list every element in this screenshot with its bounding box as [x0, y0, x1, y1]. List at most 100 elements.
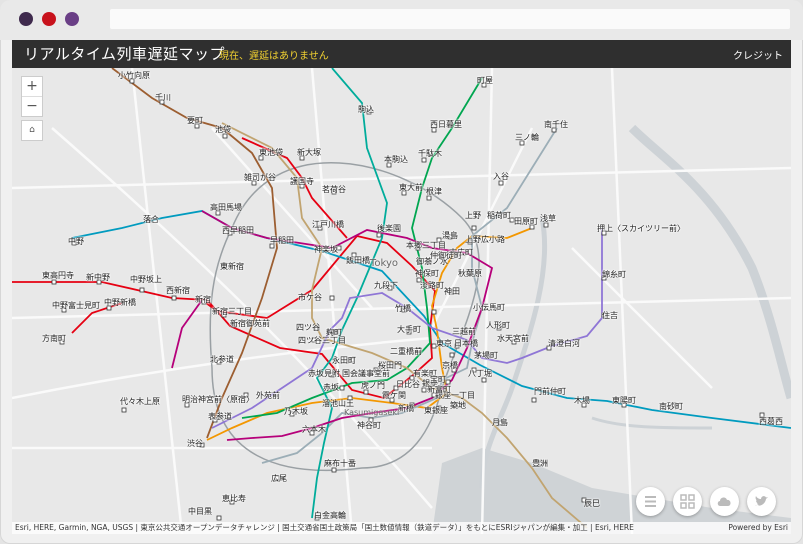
station-label[interactable]: 赤坂見附 [308, 368, 340, 379]
station-label[interactable]: 小竹向原 [118, 70, 150, 81]
station-label[interactable]: 表参道 [208, 411, 232, 422]
powered-by-esri[interactable]: Powered by Esri [728, 522, 788, 534]
station-label[interactable]: 江戸川橋 [312, 219, 344, 230]
station-label[interactable]: 新宿御苑前 [230, 318, 270, 329]
station-label[interactable]: 京橋 [442, 360, 458, 371]
station-label[interactable]: 護国寺 [290, 176, 314, 187]
station-label[interactable]: 住吉 [602, 310, 618, 321]
station-label[interactable]: 東銀座 [424, 405, 448, 416]
station-label[interactable]: 要町 [187, 115, 203, 126]
station-label[interactable]: 千駄木 [418, 148, 442, 159]
station-label[interactable]: 東池袋 [259, 147, 283, 158]
window-dot-maximize[interactable] [65, 12, 79, 26]
station-label[interactable]: 中野坂上 [130, 274, 162, 285]
station-label[interactable]: 浅草 [540, 213, 556, 224]
station-label[interactable]: 西日暮里 [430, 119, 462, 130]
station-label[interactable]: 月島 [492, 417, 508, 428]
station-label[interactable]: 代々木上原 [120, 396, 160, 407]
station-label[interactable]: 神保町 [415, 268, 439, 279]
station-label[interactable]: 東大前 [399, 182, 423, 193]
station-label[interactable]: 町屋 [477, 75, 493, 86]
station-label[interactable]: 白金高輪 [314, 510, 346, 521]
station-label[interactable]: 霞ケ関 [382, 390, 406, 401]
station-label[interactable]: 大手町 [397, 324, 421, 335]
station-label[interactable]: 新大塚 [297, 147, 321, 158]
station-label[interactable]: 門前仲町 [534, 386, 566, 397]
home-button[interactable]: ⌂ [21, 120, 43, 141]
station-label[interactable]: 築地 [450, 400, 466, 411]
station-label[interactable]: 田原町 [514, 216, 538, 227]
station-label[interactable]: 東新宿 [220, 261, 244, 272]
credit-link[interactable]: クレジット [733, 47, 783, 62]
station-label[interactable]: 根津 [426, 186, 442, 197]
station-label[interactable]: 木場 [574, 395, 590, 406]
station-label[interactable]: 後楽園 [377, 223, 401, 234]
station-label[interactable]: 落合 [143, 214, 159, 225]
station-label[interactable]: 神谷町 [357, 420, 381, 431]
station-label[interactable]: 麻布十番 [324, 458, 356, 469]
station-label[interactable]: 三越前 [452, 326, 476, 337]
station-label[interactable]: 上野広小路 [465, 234, 505, 245]
station-label[interactable]: 雑司が谷 [244, 172, 276, 183]
station-label[interactable]: 中目黒 [188, 506, 212, 517]
station-label[interactable]: 新富町 [427, 384, 451, 395]
station-label[interactable]: 新中野 [86, 272, 110, 283]
station-label[interactable]: 永田町 [332, 355, 356, 366]
station-label[interactable]: 錦糸町 [602, 269, 626, 280]
station-label[interactable]: 西葛西 [759, 416, 783, 427]
station-label[interactable]: 外苑前 [256, 390, 280, 401]
station-label[interactable]: 人形町 [486, 320, 510, 331]
station-label[interactable]: 中野富士見町 [52, 300, 100, 311]
zoom-in-button[interactable]: + [22, 77, 42, 96]
station-label[interactable]: 辰巳 [584, 498, 600, 509]
station-label[interactable]: 南砂町 [659, 401, 683, 412]
station-label[interactable]: 東陽町 [612, 395, 636, 406]
station-label[interactable]: 淡路町 [420, 280, 444, 291]
zoom-out-button[interactable]: − [22, 96, 42, 116]
window-dot-minimize[interactable] [42, 12, 56, 26]
station-label[interactable]: 清澄白河 [548, 338, 580, 349]
station-label[interactable]: 小伝馬町 [473, 302, 505, 313]
station-label[interactable]: 四ツ谷 [296, 322, 320, 333]
station-label[interactable]: 本駒込 [384, 154, 408, 165]
station-label[interactable]: 北参道 [210, 354, 234, 365]
station-label[interactable]: 南千住 [544, 119, 568, 130]
station-label[interactable]: 高田馬場 [210, 202, 242, 213]
cloud-button[interactable] [710, 487, 739, 516]
station-label[interactable]: 赤坂 [323, 382, 339, 393]
station-label[interactable]: 明治神宮前〈原宿〉 [182, 394, 254, 405]
station-label[interactable]: 秋葉原 [458, 268, 482, 279]
station-label[interactable]: 早稲田 [270, 235, 294, 246]
station-label[interactable]: 日本橋 [454, 338, 478, 349]
station-label[interactable]: 神楽坂 [314, 244, 338, 255]
station-label[interactable]: 新橋 [398, 403, 414, 414]
station-label[interactable]: 豊洲 [532, 458, 548, 469]
station-label[interactable]: 中野新橋 [104, 297, 136, 308]
station-label[interactable]: 渋谷 [187, 438, 203, 449]
station-label[interactable]: 広尾 [271, 473, 287, 484]
station-label[interactable]: 西早稲田 [222, 225, 254, 236]
station-label[interactable]: 押上〈スカイツリー前〉 [597, 223, 685, 234]
station-label[interactable]: 中野 [68, 236, 84, 247]
station-label[interactable]: 水天宮前 [497, 333, 529, 344]
station-label[interactable]: 乃木坂 [284, 406, 308, 417]
station-label[interactable]: 日比谷 [396, 379, 420, 390]
list-button[interactable] [636, 487, 665, 516]
station-label[interactable]: 三ノ輪 [515, 132, 539, 143]
station-label[interactable]: 上野 [465, 210, 481, 221]
station-label[interactable]: 桜田門 [378, 360, 402, 371]
station-label[interactable]: 麹町 [326, 327, 342, 338]
station-label[interactable]: 神田 [444, 286, 460, 297]
station-label[interactable]: 市ケ谷 [298, 292, 322, 303]
station-label[interactable]: 竹橋 [395, 303, 411, 314]
station-label[interactable]: 池袋 [215, 124, 231, 135]
station-label[interactable]: 東高円寺 [42, 270, 74, 281]
window-dot-close[interactable] [19, 12, 33, 26]
station-label[interactable]: 入谷 [493, 171, 509, 182]
qr-button[interactable] [673, 487, 702, 516]
station-label[interactable]: 東京 [436, 338, 452, 349]
station-label[interactable]: 九段下 [374, 280, 398, 291]
station-label[interactable]: 西新宿 [166, 285, 190, 296]
station-label[interactable]: 茅場町 [474, 350, 498, 361]
map-view[interactable]: 小竹向原 千川 要町 池袋 東池袋 新大塚 雑司が谷 護国寺 茗荷谷 高田馬場 … [12, 68, 791, 534]
